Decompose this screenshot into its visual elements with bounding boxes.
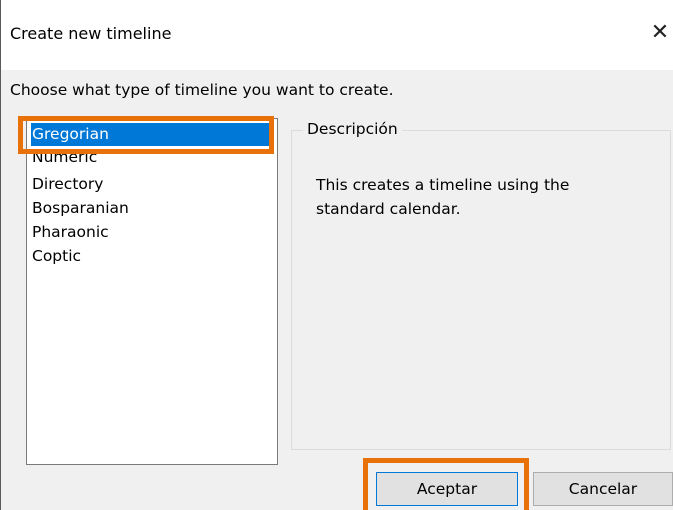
dialog-title: Create new timeline: [10, 24, 172, 43]
list-item-gregorian[interactable]: Gregorian: [31, 123, 273, 146]
list-item-bosparanian[interactable]: Bosparanian: [31, 197, 129, 220]
list-item-coptic[interactable]: Coptic: [31, 245, 81, 268]
close-button[interactable]: ✕: [645, 16, 673, 48]
close-icon: ✕: [650, 19, 670, 45]
create-timeline-dialog: Create new timeline ✕ Choose what type o…: [0, 0, 673, 510]
instruction-text: Choose what type of timeline you want to…: [10, 81, 394, 99]
list-item-directory[interactable]: Directory: [31, 173, 103, 196]
accept-button-label: Aceptar: [416, 480, 478, 498]
cancel-button-label: Cancelar: [568, 480, 638, 498]
timeline-type-list[interactable]: Gregorian Numeric Directory Bosparanian …: [26, 118, 278, 465]
cancel-button[interactable]: Cancelar: [533, 472, 673, 506]
list-item-numeric[interactable]: Numeric: [31, 146, 97, 169]
accept-button[interactable]: Aceptar: [376, 472, 518, 506]
list-item-pharaonic[interactable]: Pharaonic: [31, 221, 109, 244]
description-legend: Descripción: [303, 120, 402, 138]
title-bar: Create new timeline ✕: [1, 0, 673, 70]
description-text: This creates a timeline using the standa…: [316, 176, 570, 218]
